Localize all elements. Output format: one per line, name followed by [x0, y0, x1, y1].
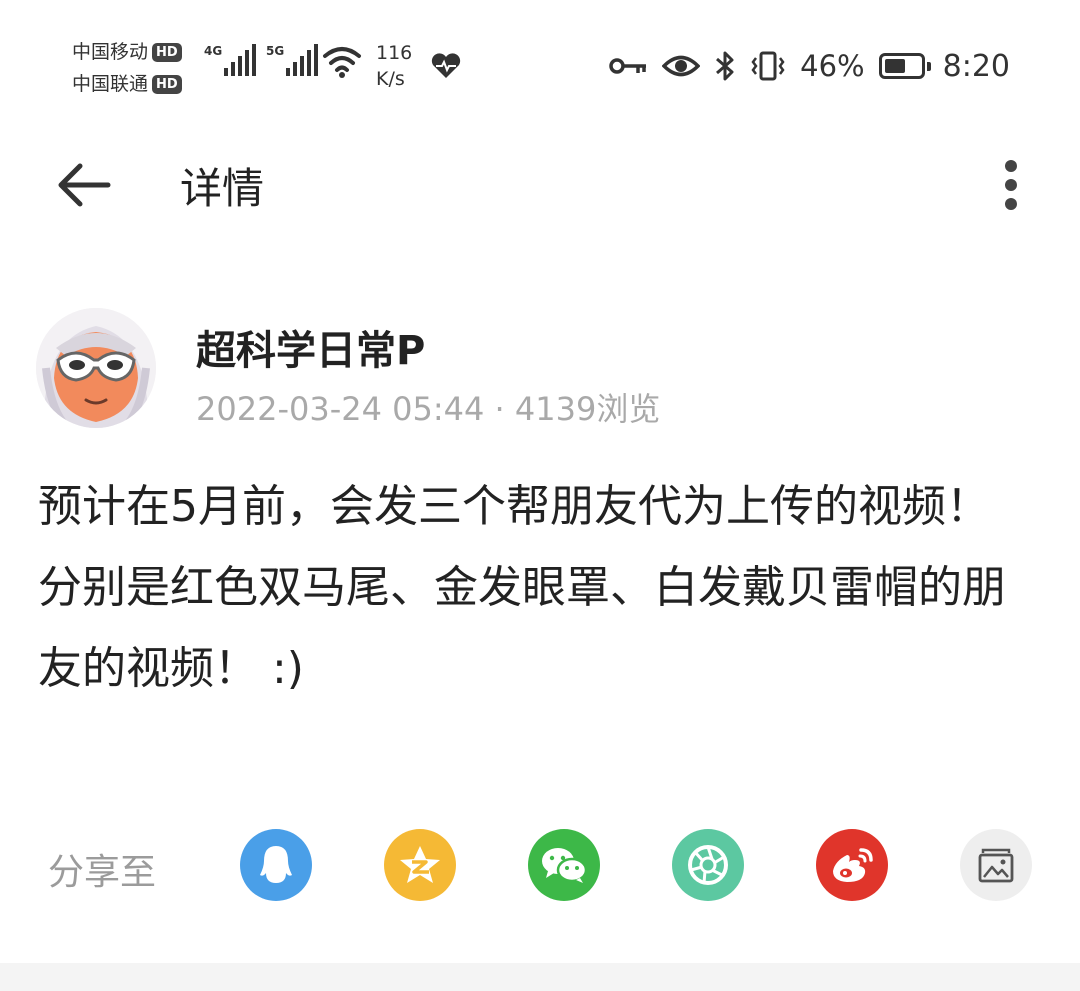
- eye-icon: [662, 55, 701, 77]
- speed-unit: K/s: [376, 68, 405, 90]
- speed-value: 116: [376, 42, 413, 64]
- share-qzone-button[interactable]: [384, 829, 456, 901]
- network-speed: 116 K/s: [376, 40, 426, 92]
- signal-1: 4G: [204, 44, 257, 76]
- page-title: 详情: [180, 164, 265, 213]
- screen: 中国移动 HD 中国联通 HD 4G 5G 116 K/s 46% 8:20 详…: [0, 0, 1080, 991]
- avatar[interactable]: [36, 308, 156, 428]
- back-button[interactable]: [52, 157, 116, 213]
- masked-character-avatar-icon: [36, 308, 156, 428]
- wechat-icon: [542, 848, 588, 883]
- share-label: 分享至: [48, 852, 157, 893]
- signal-bars-icon: [224, 44, 257, 76]
- network-type-1: 4G: [204, 44, 223, 58]
- status-right: 46% 8:20: [608, 44, 1010, 88]
- arrow-left-icon: [58, 163, 111, 207]
- carrier-info: 中国移动 HD 中国联通 HD: [72, 36, 182, 100]
- post-meta: 2022-03-24 05:44 · 4139浏览: [196, 390, 661, 428]
- status-bar: 中国移动 HD 中国联通 HD 4G 5G 116 K/s 46% 8:20: [0, 0, 1080, 125]
- carrier-2-name: 中国联通: [72, 73, 149, 95]
- signal-2: 5G: [266, 44, 319, 76]
- moments-shutter-icon: [688, 845, 728, 885]
- author-name[interactable]: 超科学日常P: [196, 318, 425, 376]
- qq-penguin-icon: [260, 846, 292, 883]
- image-share-icon: [978, 848, 1014, 883]
- carrier-1-name: 中国移动: [72, 41, 149, 63]
- share-image-button[interactable]: [960, 829, 1032, 901]
- health-heart-icon: [431, 53, 461, 78]
- vibrate-icon: [751, 51, 785, 81]
- key-icon: [609, 58, 647, 74]
- share-moments-button[interactable]: [672, 829, 744, 901]
- hd-badge: HD: [152, 74, 182, 94]
- more-vertical-icon: [1005, 160, 1017, 210]
- battery-icon: [878, 53, 931, 79]
- clock: 8:20: [942, 48, 1010, 84]
- hd-badge: HD: [152, 42, 182, 62]
- share-wechat-button[interactable]: [528, 829, 600, 901]
- post-body: 预计在5月前，会发三个帮朋友代为上传的视频！ 分别是红色双马尾、金发眼罩、白发戴…: [38, 481, 1006, 694]
- qzone-star-icon: [400, 846, 440, 883]
- bottom-divider: [0, 963, 1080, 991]
- wifi-icon: [323, 47, 361, 78]
- signal-bars-icon: [286, 44, 319, 76]
- app-header: 详情: [0, 125, 1080, 245]
- bluetooth-icon: [716, 51, 734, 81]
- battery-percent: 46%: [800, 49, 865, 83]
- network-type-2: 5G: [266, 44, 285, 58]
- more-button[interactable]: [990, 155, 1030, 215]
- share-qq-button[interactable]: [240, 829, 312, 901]
- share-weibo-button[interactable]: [816, 829, 888, 901]
- weibo-icon: [833, 848, 873, 882]
